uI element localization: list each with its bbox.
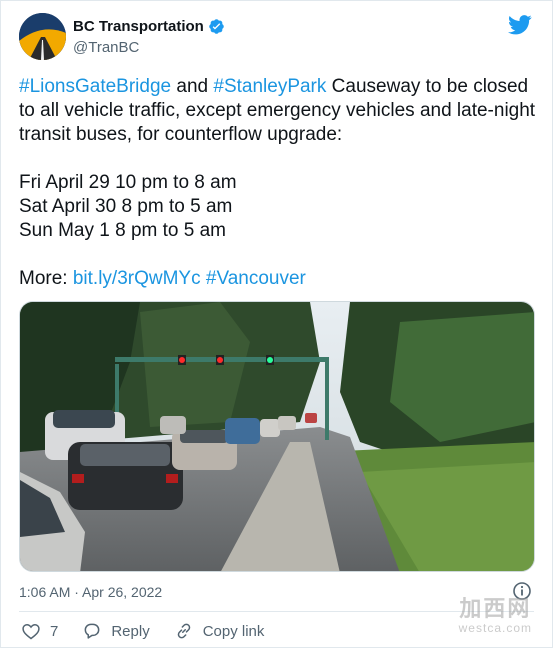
- avatar[interactable]: [19, 13, 66, 60]
- twitter-logo-icon[interactable]: [508, 15, 532, 35]
- schedule-line: Sun May 1 8 pm to 5 am: [19, 220, 226, 241]
- author-handle[interactable]: @TranBC: [73, 39, 139, 56]
- verified-badge-icon: [209, 19, 224, 34]
- copy-link-button[interactable]: Copy link: [174, 621, 265, 641]
- tweet-timestamp[interactable]: 1:06 AM · Apr 26, 2022: [19, 584, 162, 600]
- schedule-line: Fri April 29 10 pm to 8 am: [19, 172, 237, 193]
- reply-label: Reply: [111, 622, 150, 640]
- watermark-url: westca.com: [458, 621, 532, 635]
- heart-icon: [22, 623, 40, 640]
- divider: [19, 611, 534, 612]
- watermark: 加西网 westca.com: [459, 591, 532, 635]
- tweet-actions: 7 Reply Copy link: [21, 621, 288, 641]
- tweet-card: BC Transportation @TranBC #LionsGateBrid…: [0, 0, 553, 648]
- more-label: More:: [19, 268, 73, 289]
- schedule-line: Sat April 30 8 pm to 5 am: [19, 196, 233, 217]
- reply-icon: [84, 623, 100, 639]
- hashtag-link[interactable]: #Vancouver: [206, 268, 306, 289]
- link-icon: [177, 623, 190, 639]
- hashtag-link[interactable]: #LionsGateBridge: [19, 76, 171, 97]
- tweet-body: #LionsGateBridge and #StanleyPark Causew…: [19, 75, 539, 291]
- author-name-row[interactable]: BC Transportation: [73, 18, 225, 35]
- like-count: 7: [50, 622, 59, 640]
- short-link[interactable]: bit.ly/3rQwMYc: [73, 268, 201, 289]
- copy-link-label: Copy link: [202, 622, 265, 640]
- author-name[interactable]: BC Transportation: [73, 18, 204, 35]
- like-button[interactable]: 7: [21, 621, 58, 641]
- tweet-text-fragment: and: [171, 76, 214, 97]
- hashtag-link[interactable]: #StanleyPark: [213, 76, 326, 97]
- reply-button[interactable]: Reply: [82, 621, 150, 641]
- tweet-photo[interactable]: [19, 301, 535, 572]
- watermark-chinese: 加西网: [459, 597, 532, 622]
